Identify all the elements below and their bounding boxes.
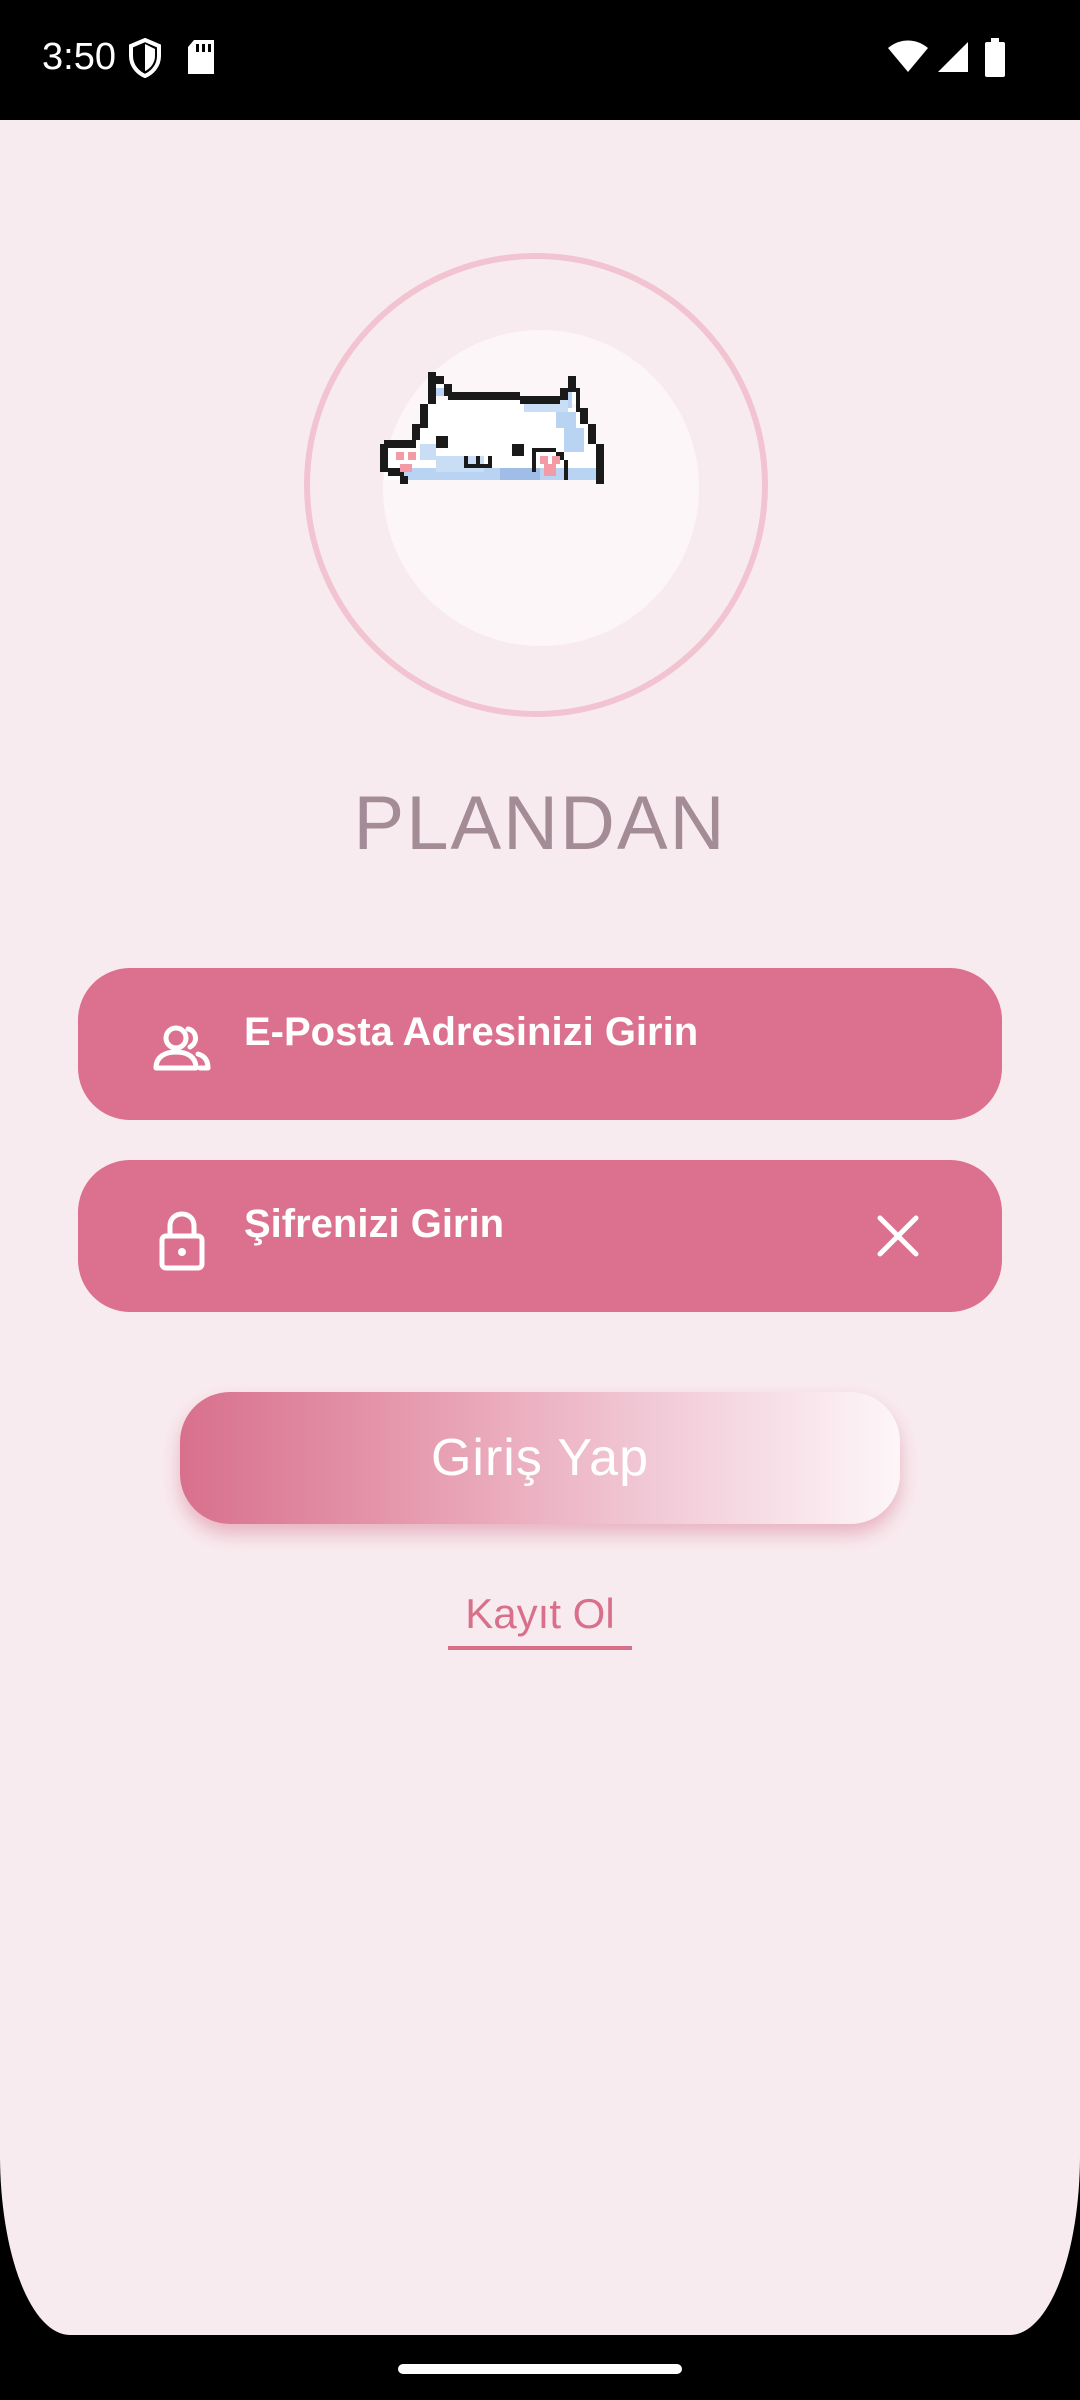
shield-icon	[129, 38, 161, 78]
close-icon[interactable]	[872, 1210, 924, 1262]
sd-card-icon	[188, 40, 214, 74]
status-time: 3:50	[42, 36, 116, 78]
status-bar: 3:50	[0, 0, 1080, 120]
password-placeholder: Şifrenizi Girin	[244, 1202, 505, 1246]
email-placeholder: E-Posta Adresinizi Girin	[244, 1010, 699, 1054]
login-button[interactable]: Giriş Yap	[180, 1392, 900, 1524]
login-screen: PLANDAN E-Posta Adresinizi Girin Şifreni…	[0, 120, 1080, 2335]
password-field[interactable]: Şifrenizi Girin	[78, 1160, 1002, 1312]
battery-icon	[985, 38, 1005, 77]
users-icon	[153, 1025, 211, 1071]
wifi-icon	[888, 40, 928, 72]
home-indicator[interactable]	[398, 2364, 682, 2374]
lock-icon	[159, 1211, 205, 1271]
pixel-cat-icon	[380, 372, 604, 484]
email-field[interactable]: E-Posta Adresinizi Girin	[78, 968, 1002, 1120]
register-link[interactable]: Kayıt Ol	[448, 1590, 632, 1650]
signal-icon	[938, 42, 968, 72]
app-title: PLANDAN	[353, 781, 727, 866]
